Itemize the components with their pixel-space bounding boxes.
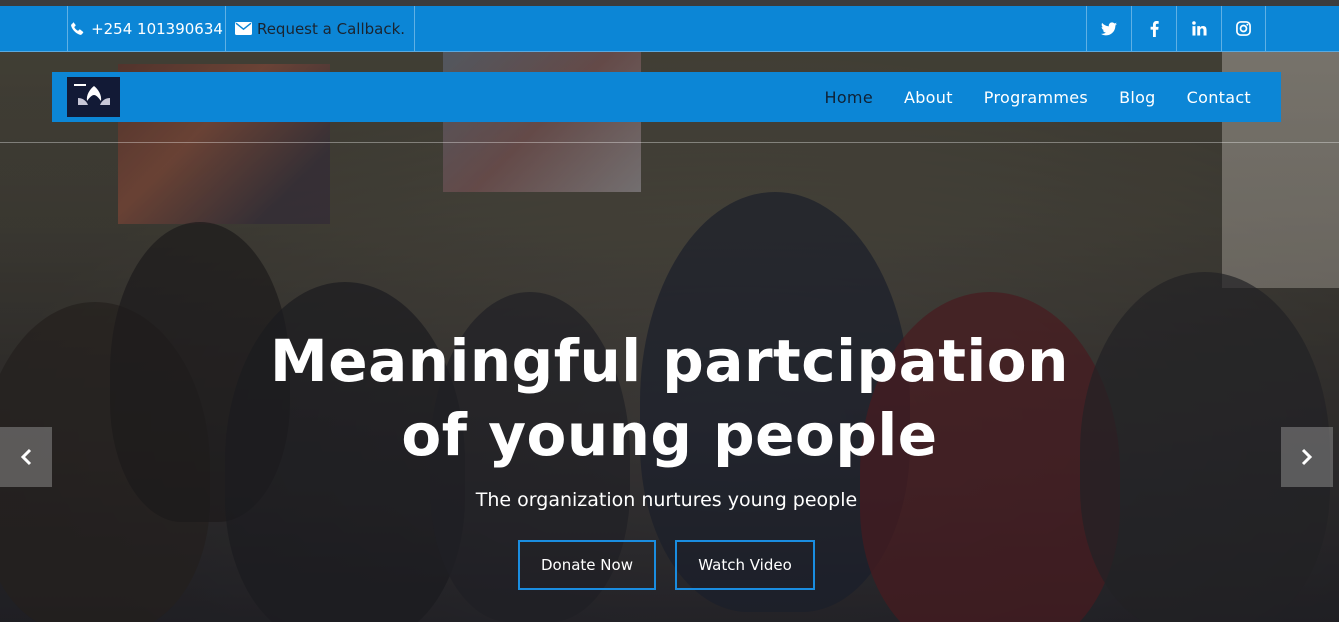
facebook-link[interactable]: [1131, 6, 1176, 51]
chevron-right-icon: [1301, 448, 1313, 466]
main-navbar: Home About Programmes Blog Contact: [52, 72, 1281, 122]
facebook-icon: [1150, 20, 1159, 37]
linkedin-icon: [1191, 21, 1207, 36]
organization-logo-icon: [73, 84, 110, 105]
slider-next-button[interactable]: [1281, 427, 1333, 487]
linkedin-link[interactable]: [1176, 6, 1221, 51]
phone-icon: [70, 21, 85, 36]
nav-item-blog[interactable]: Blog: [1119, 88, 1156, 107]
watch-video-button[interactable]: Watch Video: [675, 540, 815, 590]
site-logo[interactable]: [67, 77, 120, 117]
nav-item-programmes[interactable]: Programmes: [984, 88, 1088, 107]
hero-headline: Meaningful partcipation of young people: [0, 324, 1339, 472]
instagram-icon: [1236, 21, 1251, 36]
hero-slider: Home About Programmes Blog Contact Meani…: [0, 52, 1339, 622]
envelope-icon: [234, 22, 252, 35]
slider-prev-button[interactable]: [0, 427, 52, 487]
nav-menu: Home About Programmes Blog Contact: [794, 72, 1251, 122]
nav-item-contact[interactable]: Contact: [1187, 88, 1251, 107]
hero-headline-line2: of young people: [401, 401, 938, 469]
twitter-link[interactable]: [1086, 6, 1131, 51]
phone-contact[interactable]: +254 101390634: [67, 6, 225, 51]
request-callback-link[interactable]: Request a Callback.: [225, 6, 415, 51]
twitter-icon: [1101, 21, 1117, 36]
nav-item-about[interactable]: About: [904, 88, 953, 107]
nav-item-home[interactable]: Home: [825, 88, 873, 107]
hero-headline-line1: Meaningful partcipation: [270, 327, 1069, 395]
top-contact-bar: +254 101390634 Request a Callback.: [0, 6, 1339, 52]
divider-line: [0, 142, 1339, 143]
instagram-link[interactable]: [1221, 6, 1266, 51]
chevron-left-icon: [20, 448, 32, 466]
hero-subtitle: The organization nurtures young people: [475, 489, 858, 511]
donate-now-button[interactable]: Donate Now: [518, 540, 656, 590]
callback-label: Request a Callback.: [256, 19, 406, 38]
phone-number: +254 101390634: [91, 19, 223, 38]
